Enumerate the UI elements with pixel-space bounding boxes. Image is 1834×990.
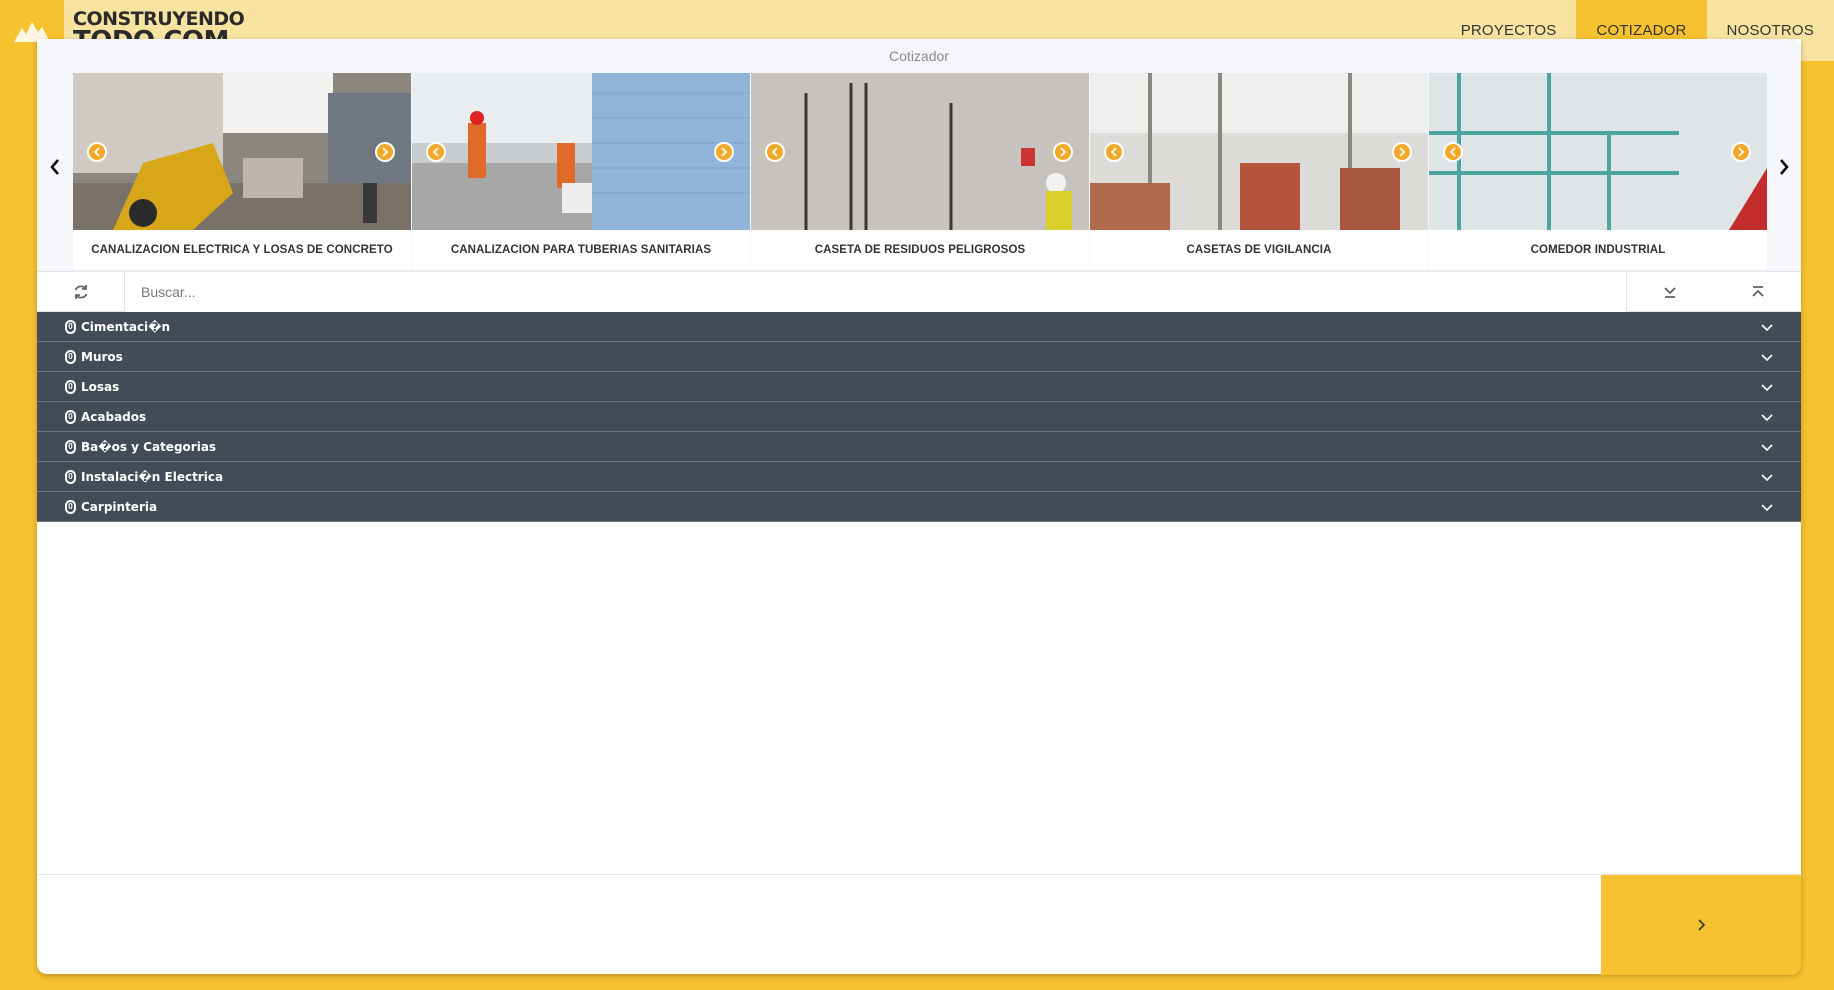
carousel-next-button[interactable]	[1774, 157, 1794, 177]
category-row-cimentacion[interactable]: 0 Cimentaci�n	[37, 312, 1801, 342]
slide-next-button[interactable]	[714, 142, 734, 162]
carousel-slide[interactable]: COMEDOR INDUSTRIAL	[1429, 73, 1767, 269]
carousel-prev-button[interactable]	[45, 157, 65, 177]
chevron-down-icon	[1761, 504, 1773, 512]
chevron-down-icon	[1761, 414, 1773, 422]
slide-prev-button[interactable]	[426, 142, 446, 162]
chevron-down-icon	[1761, 354, 1773, 362]
chevron-down-icon	[1761, 384, 1773, 392]
slide-image	[1429, 73, 1767, 230]
slide-image	[751, 73, 1089, 230]
category-label: Ba�os y Categorias	[81, 440, 217, 454]
slide-prev-button[interactable]	[1443, 142, 1463, 162]
category-label: Instalaci�n Electrica	[81, 470, 224, 484]
slide-label: COMEDOR INDUSTRIAL	[1530, 243, 1666, 256]
chevron-left-icon	[93, 147, 100, 157]
category-row-muros[interactable]: 0 Muros	[37, 342, 1801, 372]
chevron-down-icon	[1761, 474, 1773, 482]
chevron-left-icon	[432, 147, 439, 157]
slide-label: CANALIZACION PARA TUBERIAS SANITARIAS	[450, 243, 712, 256]
project-carousel: CANALIZACION ELECTRICA Y LOSAS DE CONCRE…	[73, 73, 1767, 269]
chevron-left-icon	[1110, 147, 1117, 157]
category-row-losas[interactable]: 0 Losas	[37, 372, 1801, 402]
card-title: Cotizador	[889, 48, 949, 64]
chevron-right-icon	[382, 147, 389, 157]
refresh-button[interactable]	[37, 272, 125, 312]
chevron-right-icon	[1060, 147, 1067, 157]
category-row-banos[interactable]: 0 Ba�os y Categorias	[37, 432, 1801, 462]
category-label: Carpinteria	[81, 500, 158, 514]
chevron-right-icon	[1399, 147, 1406, 157]
slide-label: CASETA DE RESIDUOS PELIGROSOS	[814, 243, 1026, 256]
expand-all-button[interactable]	[1626, 272, 1713, 312]
slide-image	[1090, 73, 1428, 230]
search-toolbar	[37, 271, 1801, 312]
collapse-all-icon	[1751, 286, 1764, 297]
category-row-acabados[interactable]: 0 Acabados	[37, 402, 1801, 432]
count-badge: 0	[65, 350, 76, 364]
chevron-down-icon	[1761, 444, 1773, 452]
count-badge: 0	[65, 380, 76, 394]
slide-label: CANALIZACION ELECTRICA Y LOSAS DE CONCRE…	[91, 243, 393, 256]
slide-prev-button[interactable]	[765, 142, 785, 162]
category-label: Cimentaci�n	[81, 320, 171, 334]
chevron-right-icon	[1738, 147, 1745, 157]
count-badge: 0	[65, 500, 76, 514]
slide-prev-button[interactable]	[1104, 142, 1124, 162]
count-badge: 0	[65, 470, 76, 484]
carousel-slide[interactable]: CASETA DE RESIDUOS PELIGROSOS	[751, 73, 1089, 269]
count-badge: 0	[65, 410, 76, 424]
category-row-instalacion-electrica[interactable]: 0 Instalaci�n Electrica	[37, 462, 1801, 492]
next-step-button[interactable]	[1601, 875, 1801, 975]
slide-next-button[interactable]	[1053, 142, 1073, 162]
chevron-left-icon	[771, 147, 778, 157]
carousel-slide[interactable]: CANALIZACION PARA TUBERIAS SANITARIAS	[412, 73, 750, 269]
slide-image	[412, 73, 750, 230]
carousel-section: Cotizador CANALIZACION ELECTRICA Y LOSAS…	[37, 39, 1801, 271]
slide-image	[73, 73, 411, 230]
slide-next-button[interactable]	[375, 142, 395, 162]
carousel-slide[interactable]: CASETAS DE VIGILANCIA	[1090, 73, 1428, 269]
chevron-right-icon	[1780, 159, 1789, 175]
cotizador-card: Cotizador CANALIZACION ELECTRICA Y LOSAS…	[37, 39, 1801, 975]
refresh-icon	[74, 285, 87, 299]
chevron-left-icon	[50, 159, 59, 175]
search-input[interactable]	[126, 272, 1626, 312]
slide-prev-button[interactable]	[87, 142, 107, 162]
category-label: Acabados	[81, 410, 147, 424]
category-label: Losas	[81, 380, 120, 394]
slide-next-button[interactable]	[1731, 142, 1751, 162]
category-accordion: 0 Cimentaci�n 0 Muros 0 Losas 0 Acabados…	[37, 312, 1801, 522]
collapse-all-button[interactable]	[1714, 272, 1801, 312]
count-badge: 0	[65, 320, 76, 334]
card-footer	[37, 874, 1801, 975]
category-label: Muros	[81, 350, 123, 364]
carousel-slide[interactable]: CANALIZACION ELECTRICA Y LOSAS DE CONCRE…	[73, 73, 411, 269]
chevron-down-icon	[1761, 324, 1773, 332]
slide-next-button[interactable]	[1392, 142, 1412, 162]
chevron-right-icon	[1698, 919, 1706, 931]
slide-label: CASETAS DE VIGILANCIA	[1186, 243, 1332, 256]
count-badge: 0	[65, 440, 76, 454]
chevron-left-icon	[1449, 147, 1456, 157]
category-row-carpinteria[interactable]: 0 Carpinteria	[37, 492, 1801, 522]
chevron-right-icon	[721, 147, 728, 157]
expand-all-icon	[1664, 287, 1676, 298]
